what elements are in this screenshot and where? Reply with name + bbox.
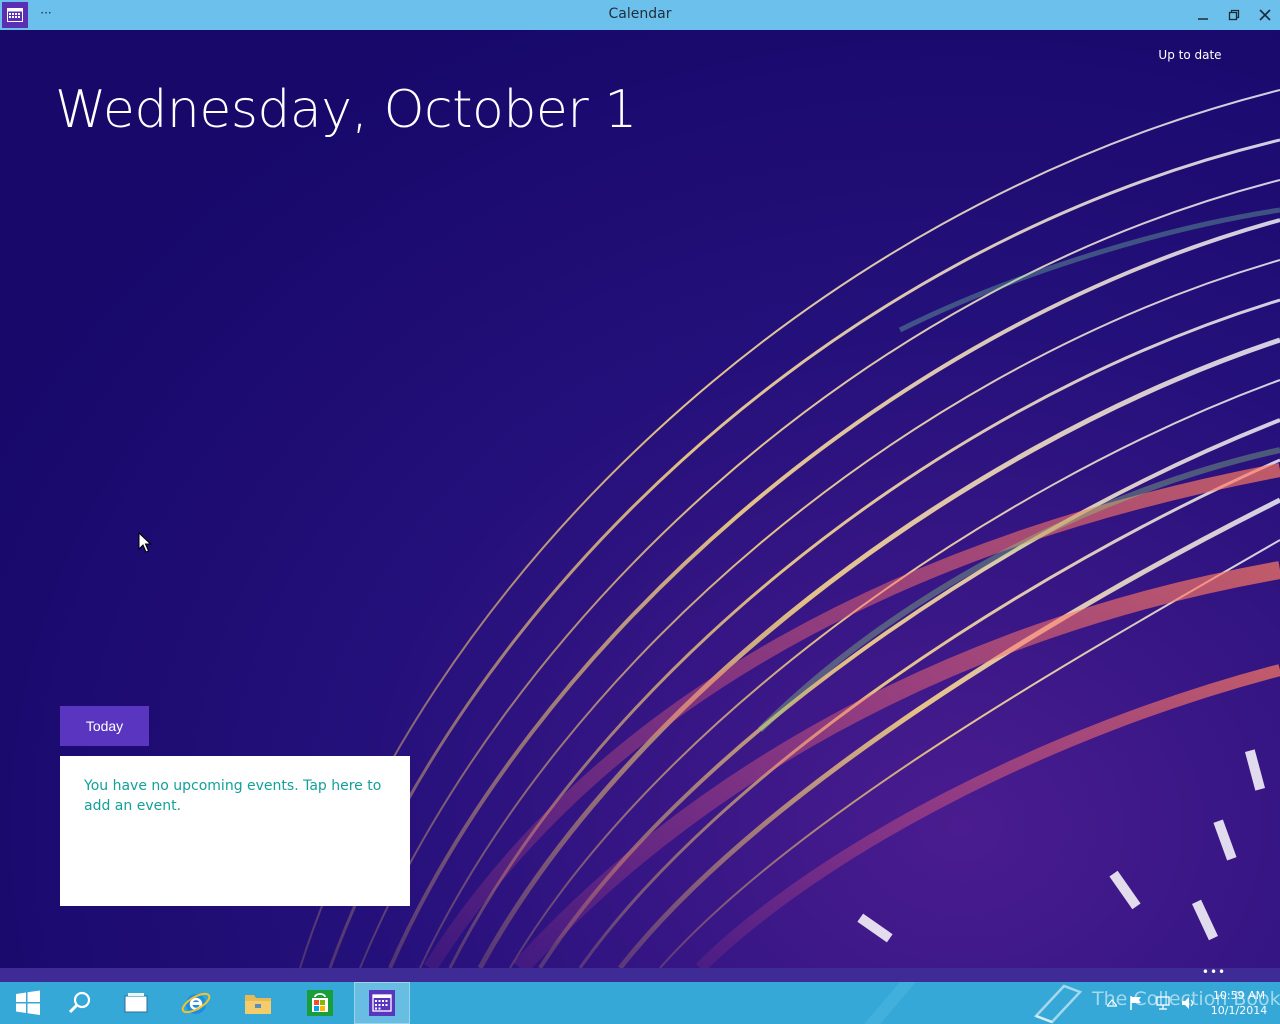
internet-explorer-button[interactable]: [168, 982, 224, 1024]
taskbar-clock[interactable]: 10:59 AM 10/1/2014: [1204, 988, 1274, 1018]
date-heading: Wednesday, October 1: [55, 80, 637, 140]
today-button[interactable]: Today: [60, 706, 149, 746]
taskbar: The Collection Book 10:59 AM 10/1/2014: [0, 982, 1280, 1024]
clock-time: 10:59 AM: [1212, 989, 1266, 1002]
search-button[interactable]: [52, 982, 108, 1024]
upcoming-events-card[interactable]: You have no upcoming events. Tap here to…: [60, 756, 410, 906]
close-button[interactable]: [1250, 0, 1280, 30]
book-watermark-icon: [1033, 984, 1083, 1024]
calendar-icon: [369, 990, 395, 1016]
minimize-icon: [1198, 18, 1208, 20]
file-explorer-button[interactable]: [230, 982, 286, 1024]
calendar-taskbar-button[interactable]: [354, 982, 410, 1024]
mouse-cursor-icon: [138, 532, 152, 553]
start-button[interactable]: [0, 982, 56, 1024]
restore-button[interactable]: [1219, 0, 1249, 30]
file-explorer-icon: [245, 995, 271, 1014]
store-button[interactable]: [292, 982, 348, 1024]
network-button[interactable]: [1152, 982, 1174, 1024]
close-icon: [1259, 9, 1271, 21]
volume-icon: [1182, 997, 1194, 1009]
clock-date: 10/1/2014: [1210, 1004, 1268, 1017]
volume-button[interactable]: [1178, 982, 1200, 1024]
action-center-button[interactable]: [1126, 982, 1146, 1024]
start-icon: [16, 990, 40, 1015]
calendar-app-area: Up to date Wednesday, October 1 Today Yo…: [0, 30, 1280, 968]
task-view-icon: [124, 993, 148, 1013]
search-icon: [68, 991, 91, 1014]
app-bar-strip: •••: [0, 966, 1280, 982]
no-events-message[interactable]: You have no upcoming events. Tap here to…: [84, 776, 386, 816]
window-titlebar: ··· Calendar: [0, 0, 1280, 30]
action-center-flag-icon: [1130, 996, 1141, 1010]
show-hidden-icons-button[interactable]: [1104, 982, 1120, 1024]
internet-explorer-icon: [181, 992, 211, 1014]
sync-status: Up to date: [1158, 48, 1222, 62]
app-bar-more-button[interactable]: •••: [1200, 966, 1228, 979]
window-title: Calendar: [608, 6, 672, 22]
show-hidden-icons-icon: [1107, 999, 1117, 1007]
task-view-button[interactable]: [108, 982, 164, 1024]
network-icon: [1156, 996, 1170, 1010]
store-icon: [307, 990, 333, 1016]
taskbar-decoration: [864, 982, 916, 1024]
minimize-button[interactable]: [1188, 0, 1218, 30]
restore-icon: [1228, 9, 1240, 21]
